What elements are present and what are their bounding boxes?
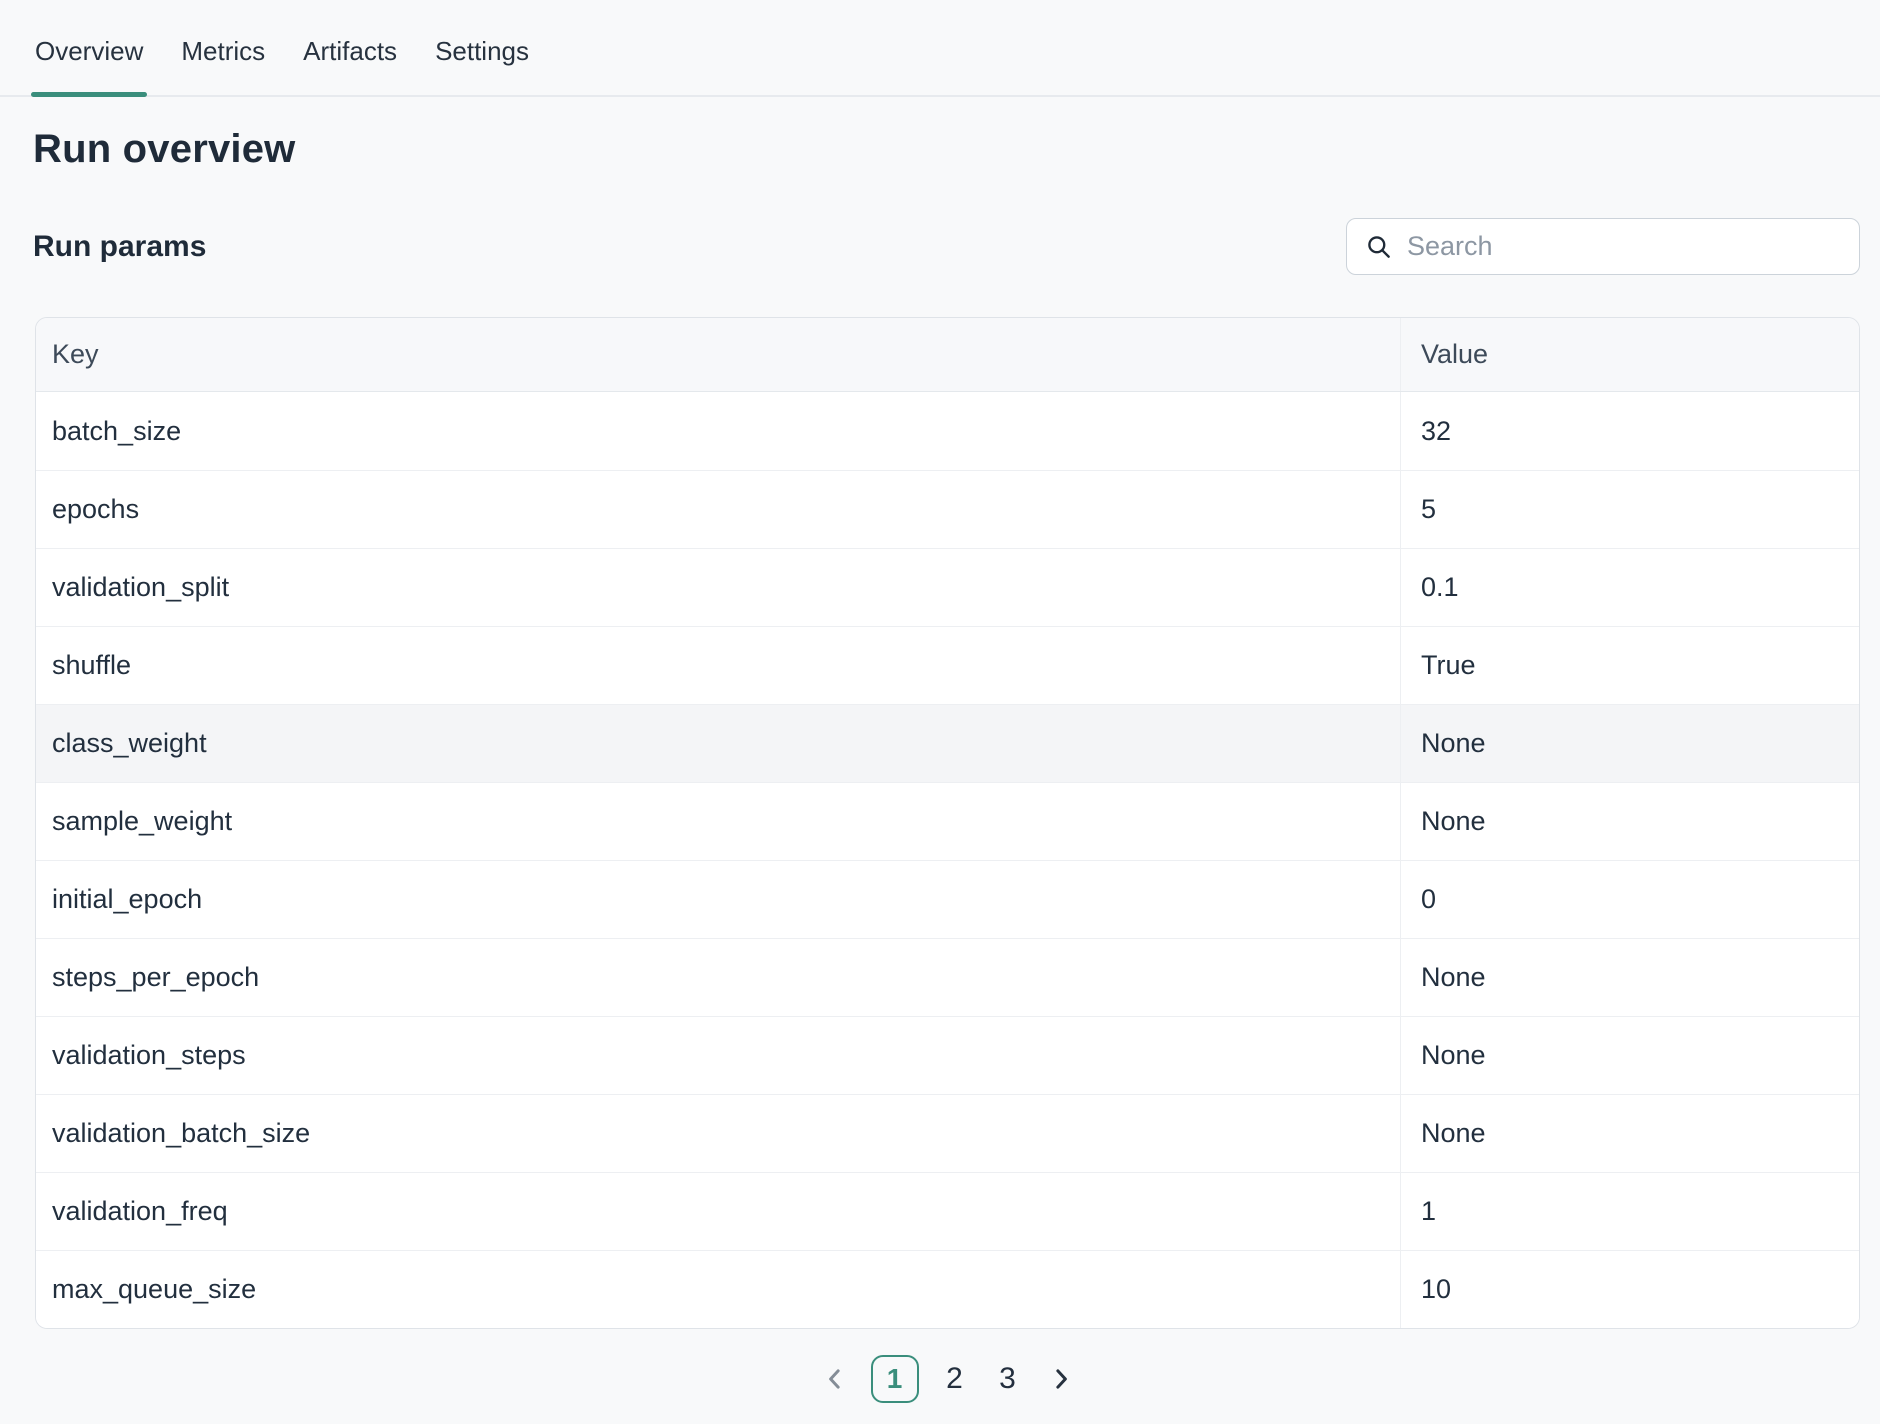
param-value-cell: None: [1400, 1095, 1859, 1172]
param-value-cell: 0.1: [1400, 549, 1859, 626]
param-value-cell: 1: [1400, 1173, 1859, 1250]
tab-label: Overview: [35, 36, 143, 66]
table-row: validation_batch_size None: [36, 1094, 1859, 1172]
chevron-left-icon[interactable]: [818, 1362, 852, 1396]
table-row: validation_split 0.1: [36, 548, 1859, 626]
table-row: class_weight None: [36, 704, 1859, 782]
tab[interactable]: Overview: [33, 36, 145, 95]
table-row: validation_steps None: [36, 1016, 1859, 1094]
param-key-cell: batch_size: [36, 392, 1400, 470]
search-icon: [1365, 233, 1392, 260]
table-body: batch_size 32 epochs 5 validation_split …: [36, 392, 1859, 1328]
page-title: Run overview: [33, 127, 1860, 172]
param-key-cell: max_queue_size: [36, 1251, 1400, 1328]
param-value-cell: 5: [1400, 471, 1859, 548]
search-input[interactable]: [1405, 230, 1841, 263]
page-number-button[interactable]: 1: [871, 1355, 919, 1403]
table-row: batch_size 32: [36, 392, 1859, 470]
tab[interactable]: Metrics: [179, 36, 267, 95]
tab-label: Settings: [435, 36, 529, 66]
param-value-cell: True: [1400, 627, 1859, 704]
tab-label: Artifacts: [303, 36, 397, 66]
table-row: initial_epoch 0: [36, 860, 1859, 938]
param-value-cell: None: [1400, 939, 1859, 1016]
tab-label: Metrics: [181, 36, 265, 66]
table-header-row: Key Value: [36, 318, 1859, 392]
table-row: sample_weight None: [36, 782, 1859, 860]
tab[interactable]: Artifacts: [301, 36, 399, 95]
pagination: 123: [35, 1355, 1860, 1403]
table-row: epochs 5: [36, 470, 1859, 548]
param-key-cell: steps_per_epoch: [36, 939, 1400, 1016]
search-box[interactable]: [1346, 218, 1860, 275]
param-key-cell: epochs: [36, 471, 1400, 548]
param-value-cell: None: [1400, 783, 1859, 860]
param-key-cell: class_weight: [36, 705, 1400, 782]
param-key-cell: validation_split: [36, 549, 1400, 626]
param-value-cell: None: [1400, 1017, 1859, 1094]
param-value-cell: 10: [1400, 1251, 1859, 1328]
run-params-table: Key Value batch_size 32 epochs 5 validat…: [35, 317, 1860, 1329]
table-row: validation_freq 1: [36, 1172, 1859, 1250]
tab-bar: Overview Metrics Artifacts Settings: [0, 0, 1880, 97]
chevron-right-icon[interactable]: [1044, 1362, 1078, 1396]
table-row: steps_per_epoch None: [36, 938, 1859, 1016]
param-key-cell: shuffle: [36, 627, 1400, 704]
param-key-cell: validation_batch_size: [36, 1095, 1400, 1172]
param-value-cell: 32: [1400, 392, 1859, 470]
param-key-cell: sample_weight: [36, 783, 1400, 860]
column-header-value: Value: [1400, 318, 1859, 391]
param-value-cell: 0: [1400, 861, 1859, 938]
param-key-cell: initial_epoch: [36, 861, 1400, 938]
page-buttons: 123: [871, 1355, 1025, 1403]
column-header-key: Key: [36, 318, 1400, 391]
table-row: shuffle True: [36, 626, 1859, 704]
table-row: max_queue_size 10: [36, 1250, 1859, 1328]
param-key-cell: validation_freq: [36, 1173, 1400, 1250]
param-key-cell: validation_steps: [36, 1017, 1400, 1094]
section-title-run-params: Run params: [33, 230, 206, 264]
page-number-button[interactable]: 3: [991, 1355, 1025, 1403]
page-number-button[interactable]: 2: [938, 1355, 972, 1403]
tab[interactable]: Settings: [433, 36, 531, 95]
param-value-cell: None: [1400, 705, 1859, 782]
